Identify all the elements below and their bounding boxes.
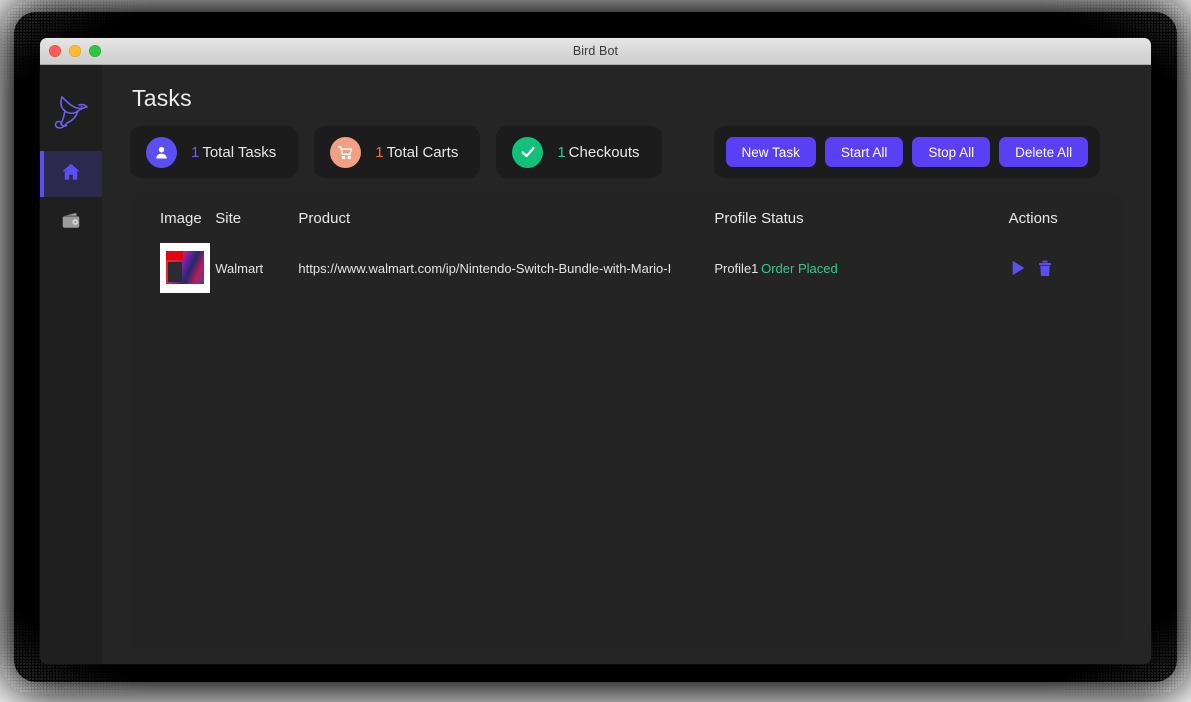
stat-card-checkouts: 1 Checkouts [496,126,662,178]
switch-red-band [166,251,183,260]
column-header-product: Product [298,210,351,227]
stat-text-total-tasks: 1 Total Tasks [191,144,276,161]
column-header-actions: Actions [1008,210,1058,227]
stat-text-total-carts: 1 Total Carts [375,144,458,161]
start-play-icon[interactable] [1011,260,1026,276]
stat-card-total-carts: 1 Total Carts [314,126,481,178]
column-header-site: Site [215,210,242,227]
cart-icon [330,136,362,168]
stop-all-button[interactable]: Stop All [912,137,991,167]
stat-count-total-carts: 1 [375,143,384,161]
wallet-icon [60,210,82,237]
window-title: Bird Bot [572,44,619,58]
stats-row: 1 Total Tasks 1 Total Carts 1 Checkouts … [130,126,1123,178]
cell-site: Walmart [215,260,264,276]
cell-profile: Profile1 [714,260,759,276]
app-window: Bird Bot Tasks 1 Total Tasks 1 Total Car… [40,38,1151,664]
home-icon [60,161,82,188]
delete-trash-icon[interactable] [1038,260,1052,277]
tasks-table: Image Site Product Profile Status Action… [130,194,1123,299]
stat-label-total-tasks: Total Tasks [202,143,277,161]
app-logo [40,81,102,151]
page-title: Tasks [132,85,192,111]
stat-label-total-carts: Total Carts [386,143,459,161]
cell-product: https://www.walmart.com/ip/Nintendo-Swit… [298,260,672,276]
tasks-table-body: Walmart https://www.walmart.com/ip/Ninte… [130,237,1123,299]
main-content: Tasks 1 Total Tasks 1 Total Carts 1 Chec… [102,65,1151,664]
sidebar-item-home[interactable] [40,151,102,197]
status-badge: Order Placed [761,260,838,276]
stat-card-total-tasks: 1 Total Tasks [130,126,299,178]
column-header-profile: Profile [714,210,757,227]
stat-count-checkouts: 1 [557,143,566,161]
new-task-button[interactable]: New Task [725,137,816,167]
delete-all-button[interactable]: Delete All [999,137,1089,167]
cell-actions [1009,237,1123,299]
stat-label-checkouts: Checkouts [568,143,640,161]
check-icon [512,136,544,168]
product-thumbnail-icon [160,243,210,293]
tasks-table-panel: Image Site Product Profile Status Action… [130,194,1123,650]
start-all-button[interactable]: Start All [824,137,904,167]
person-icon [146,136,177,168]
window-body: Tasks 1 Total Tasks 1 Total Carts 1 Chec… [40,65,1151,664]
stat-count-total-tasks: 1 [191,143,200,161]
bulk-actions-card: New Task Start All Stop All Delete All [713,126,1101,178]
cell-image [130,237,215,299]
stat-text-checkouts: 1 Checkouts [557,144,639,161]
window-titlebar: Bird Bot [40,38,1151,65]
bird-logo-icon [51,93,91,140]
column-header-status: Status [761,210,804,227]
sidebar-item-wallet[interactable] [40,200,102,246]
table-row[interactable]: Walmart https://www.walmart.com/ip/Ninte… [130,237,1123,299]
table-header-row: Image Site Product Profile Status Action… [130,194,1123,237]
column-header-image: Image [160,210,202,227]
sidebar [40,65,102,664]
cell-status: Order Placed [761,237,1008,299]
tasks-table-head: Image Site Product Profile Status Action… [130,194,1123,237]
row-action-group [1011,260,1123,277]
